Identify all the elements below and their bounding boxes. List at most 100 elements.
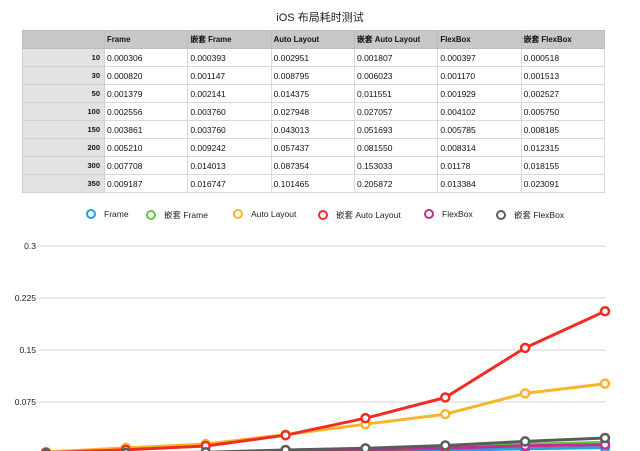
table-cell: 0.013384 bbox=[437, 174, 522, 193]
table-cell: 0.005785 bbox=[437, 120, 522, 139]
data-point bbox=[599, 378, 611, 389]
data-point bbox=[440, 440, 451, 451]
table-cell: 0.018155 bbox=[520, 156, 606, 175]
y-tick-label: 0.3 bbox=[24, 241, 36, 251]
table-row: 100 0.002556 0.003760 0.027948 0.027057 0.004… bbox=[22, 102, 606, 121]
table-cell: 0.153033 bbox=[353, 156, 439, 175]
table-cell: 0.001379 bbox=[103, 84, 189, 103]
row-header: 200 bbox=[22, 138, 105, 157]
table-row: 200 0.005210 0.009242 0.057437 0.081550 0.008… bbox=[22, 138, 606, 157]
table-cell: 0.005210 bbox=[103, 138, 189, 157]
table-cell: 0.027057 bbox=[353, 102, 439, 121]
legend-marker bbox=[424, 209, 434, 219]
data-point bbox=[360, 443, 371, 451]
table-cell: 0.012315 bbox=[520, 138, 606, 157]
legend-label: Frame bbox=[104, 209, 129, 219]
data-point bbox=[519, 436, 531, 447]
table-cell: 0.002527 bbox=[520, 84, 606, 103]
line-chart: 0.3 0.225 0.15 0.075 bbox=[15, 241, 611, 451]
data-point bbox=[519, 388, 531, 399]
data-point bbox=[280, 444, 291, 451]
row-header: 10 bbox=[22, 48, 105, 67]
table-cell: 0.002141 bbox=[187, 84, 272, 103]
y-tick-label: 0.075 bbox=[15, 397, 37, 407]
table-cell: 0.016747 bbox=[187, 174, 272, 193]
column-header: Frame bbox=[103, 30, 189, 49]
legend-item: FlexBox bbox=[424, 209, 473, 219]
table-cell: 0.101465 bbox=[270, 174, 355, 193]
table-corner-cell bbox=[22, 30, 105, 49]
table-cell: 0.007708 bbox=[103, 156, 189, 175]
row-header: 300 bbox=[22, 156, 105, 175]
legend-marker bbox=[496, 210, 506, 220]
table-cell: 0.009187 bbox=[103, 174, 189, 193]
table-cell: 0.014013 bbox=[187, 156, 272, 175]
table-cell: 0.027948 bbox=[270, 102, 355, 121]
table-header: Frame 嵌套 Frame Auto Layout 嵌套 Auto Layout Fl… bbox=[22, 30, 606, 49]
legend-item: 嵌套 Frame bbox=[146, 209, 208, 221]
table-cell: 0.051693 bbox=[353, 120, 439, 139]
table-cell: 0.014375 bbox=[270, 84, 355, 103]
data-point bbox=[280, 429, 291, 441]
chart-legend: Frame 嵌套 Frame Auto Layout 嵌套 Auto Layout Fl… bbox=[0, 209, 640, 223]
table-cell: 0.043013 bbox=[270, 120, 355, 139]
table-cell: 0.002951 bbox=[270, 48, 355, 67]
column-header: 嵌套 Frame bbox=[187, 30, 272, 49]
y-tick-label: 0.15 bbox=[19, 345, 36, 355]
table-cell: 0.008795 bbox=[270, 66, 355, 85]
table-cell: 0.01178 bbox=[437, 156, 522, 175]
table-cell: 0.081550 bbox=[353, 138, 439, 157]
table-cell: 0.001513 bbox=[520, 66, 606, 85]
table-cell: 0.000306 bbox=[103, 48, 189, 67]
table-row: 30 0.000820 0.001147 0.008795 0.006023 0.0011… bbox=[22, 66, 606, 85]
table-row: 10 0.000306 0.000393 0.002951 0.001807 0.0003… bbox=[22, 48, 606, 67]
data-point bbox=[440, 408, 451, 420]
table-cell: 0.009242 bbox=[187, 138, 272, 157]
chart-title: iOS 布局耗时测试 bbox=[276, 12, 364, 24]
table-cell: 0.003760 bbox=[187, 102, 272, 121]
legend-label: 嵌套 Frame bbox=[164, 210, 208, 220]
table-cell: 0.205872 bbox=[353, 174, 439, 193]
y-tick-label: 0.225 bbox=[15, 293, 37, 303]
legend-marker bbox=[318, 210, 328, 220]
legend-item: 嵌套 Auto Layout bbox=[318, 209, 401, 221]
table-cell: 0.087354 bbox=[270, 156, 355, 175]
table-cell: 0.023091 bbox=[520, 174, 606, 193]
legend-label: 嵌套 Auto Layout bbox=[336, 210, 401, 220]
table-body: 10 0.000306 0.000393 0.002951 0.001807 0.0003… bbox=[22, 48, 606, 193]
table-cell: 0.006023 bbox=[353, 66, 439, 85]
column-header: 嵌套 FlexBox bbox=[520, 30, 606, 49]
table-cell: 0.000397 bbox=[437, 48, 522, 67]
table-cell: 0.011551 bbox=[353, 84, 439, 103]
data-point bbox=[360, 412, 371, 424]
row-header: 150 bbox=[22, 120, 105, 139]
table-row: 350 0.009187 0.016747 0.101465 0.205872 0.013… bbox=[22, 174, 606, 193]
legend-item: Auto Layout bbox=[233, 209, 296, 219]
legend-label: Auto Layout bbox=[251, 209, 297, 219]
table-cell: 0.001807 bbox=[353, 48, 439, 67]
table-cell: 0.008314 bbox=[437, 138, 522, 157]
table-cell: 0.002556 bbox=[103, 102, 189, 121]
legend-label: 嵌套 FlexBox bbox=[514, 210, 565, 220]
data-point bbox=[440, 392, 451, 403]
row-header: 30 bbox=[22, 66, 105, 85]
legend-marker bbox=[146, 210, 156, 220]
table-row: 150 0.003861 0.003760 0.043013 0.051693 0.005… bbox=[22, 120, 606, 139]
table-row: 50 0.001379 0.002141 0.014375 0.011551 0.0019… bbox=[22, 84, 606, 103]
column-header: Auto Layout bbox=[270, 30, 355, 49]
table-cell: 0.000393 bbox=[187, 48, 272, 67]
legend-marker bbox=[233, 209, 243, 219]
table-cell: 0.001170 bbox=[437, 66, 522, 85]
data-table: Frame 嵌套 Frame Auto Layout 嵌套 Auto Layout Fl… bbox=[22, 30, 606, 193]
table-cell: 0.000518 bbox=[520, 48, 606, 67]
data-point bbox=[599, 306, 611, 317]
column-header: 嵌套 Auto Layout bbox=[353, 30, 439, 49]
legend-marker bbox=[86, 209, 96, 219]
table-cell: 0.001929 bbox=[437, 84, 522, 103]
legend-label: FlexBox bbox=[442, 209, 473, 219]
table-cell: 0.057437 bbox=[270, 138, 355, 157]
legend-item: 嵌套 FlexBox bbox=[496, 209, 564, 221]
table-cell: 0.001147 bbox=[187, 66, 272, 85]
table-cell: 0.004102 bbox=[437, 102, 522, 121]
data-point bbox=[519, 342, 531, 354]
